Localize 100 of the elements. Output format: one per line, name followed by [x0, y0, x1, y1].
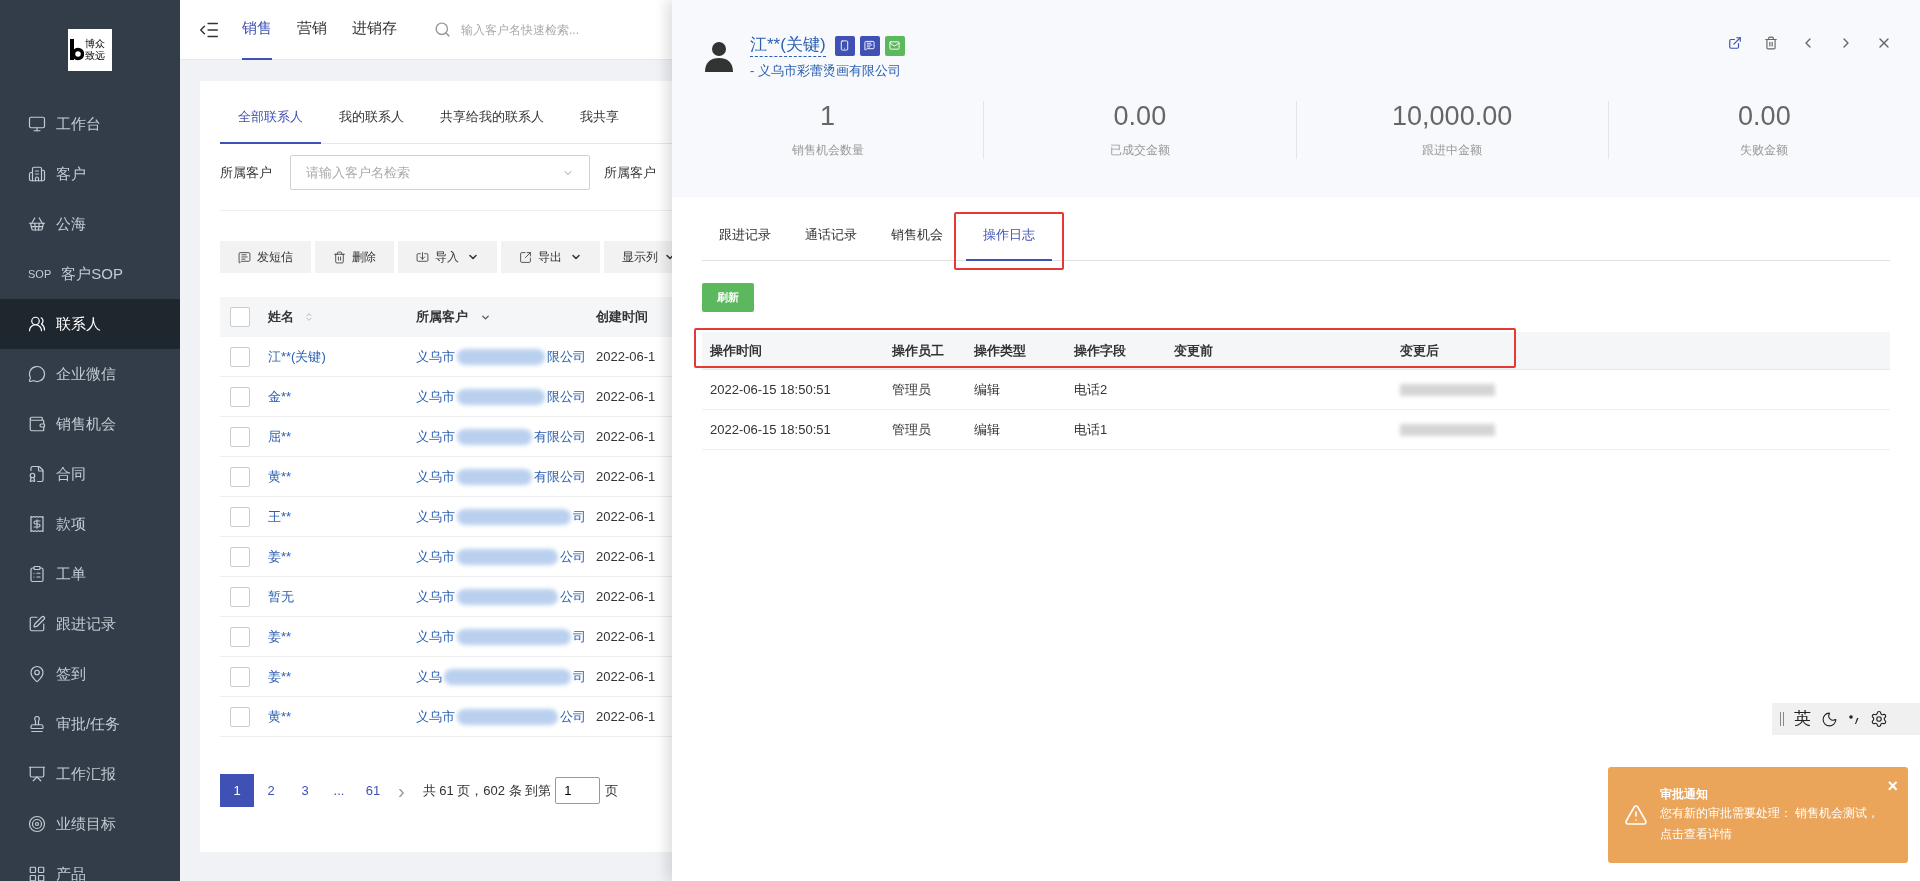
phone-button[interactable] — [834, 35, 855, 56]
customer-link[interactable]: 义乌市 — [416, 346, 455, 367]
input-mode-toggle[interactable]: 英 — [1794, 706, 1811, 732]
page-link[interactable]: 2 — [254, 774, 288, 807]
sidebar-item[interactable]: 产品 — [0, 849, 180, 881]
page-link[interactable]: 1 — [220, 774, 254, 807]
customer-link[interactable]: 司 — [573, 666, 596, 687]
contacts-tab[interactable]: 共享给我的联系人 — [422, 107, 562, 144]
punctuation-icon[interactable] — [1848, 712, 1860, 726]
open-in-new-icon[interactable] — [1728, 36, 1742, 50]
company-link[interactable]: - 义乌市彩蕾烫画有限公司 — [750, 61, 905, 81]
message-icon — [864, 40, 876, 51]
customer-link[interactable]: 义乌市 — [416, 386, 455, 407]
contact-link[interactable]: 黄** — [268, 706, 416, 727]
customer-link[interactable]: 有限公司 — [534, 466, 596, 487]
customer-link[interactable]: 义乌市 — [416, 466, 455, 487]
customer-link[interactable]: 司 — [573, 626, 596, 647]
customer-link[interactable]: 限公司 — [547, 346, 596, 367]
customer-link[interactable]: 义乌市 — [416, 586, 455, 607]
checkbox[interactable] — [230, 666, 250, 687]
checkbox[interactable] — [230, 546, 250, 567]
sidebar-item[interactable]: 工作台 — [0, 99, 180, 149]
column-header[interactable]: 姓名 — [268, 307, 416, 327]
drawer-tab[interactable]: 销售机会 — [874, 225, 960, 261]
moon-icon[interactable] — [1821, 710, 1838, 728]
sidebar-item[interactable]: 跟进记录 — [0, 599, 180, 649]
toolbar-button[interactable]: 删除 — [315, 241, 394, 273]
customer-link[interactable]: 义乌市 — [416, 546, 455, 567]
sidebar-item[interactable]: 公海 — [0, 199, 180, 249]
toolbar-button[interactable]: 发短信 — [220, 241, 311, 273]
sidebar-item[interactable]: 签到 — [0, 649, 180, 699]
checkbox[interactable] — [230, 307, 250, 327]
toolbar-button[interactable]: 显示列 — [604, 241, 672, 273]
pagination-summary: 共 61 页，602 条 到第 — [422, 781, 552, 800]
top-tab[interactable]: 营销 — [297, 0, 327, 60]
contact-link[interactable]: 姜** — [268, 546, 416, 567]
customer-link[interactable]: 义乌 — [416, 666, 442, 687]
checkbox[interactable] — [230, 346, 250, 367]
top-tab[interactable]: 进销存 — [352, 0, 397, 60]
checkbox[interactable] — [230, 426, 250, 447]
contact-link[interactable]: 姜** — [268, 626, 416, 647]
checkbox[interactable] — [230, 626, 250, 647]
contact-link[interactable]: 屈** — [268, 426, 416, 447]
checkbox[interactable] — [230, 386, 250, 407]
toolbar-button[interactable]: 导入 — [398, 241, 497, 273]
checkbox[interactable] — [230, 706, 250, 727]
sidebar-item[interactable]: 业绩目标 — [0, 799, 180, 849]
sidebar-item[interactable]: 工单 — [0, 549, 180, 599]
contact-link[interactable]: 江**(关键) — [268, 346, 416, 367]
customer-link[interactable]: 义乌市 — [416, 506, 455, 527]
sidebar-item[interactable]: 审批/任务 — [0, 699, 180, 749]
message-button[interactable] — [859, 35, 880, 56]
page-input[interactable]: 1 — [555, 777, 601, 804]
contacts-tab[interactable]: 我共享 — [562, 107, 637, 144]
table-cell-text: 管理员 — [892, 380, 932, 399]
contact-link[interactable]: 王** — [268, 506, 416, 527]
contact-link[interactable]: 暂无 — [268, 586, 416, 607]
drawer-tab[interactable]: 操作日志 — [966, 225, 1052, 261]
column-header: 变更前 — [1174, 341, 1214, 360]
sidebar-item[interactable]: SOP 客户SOP — [0, 249, 180, 299]
page-link[interactable]: ... — [322, 774, 356, 807]
checkbox[interactable] — [230, 466, 250, 487]
customer-link[interactable]: 司 — [573, 506, 596, 527]
sidebar-item[interactable]: 销售机会 — [0, 399, 180, 449]
sidebar-item[interactable]: 客户 — [0, 149, 180, 199]
column-header[interactable]: 创建时间 — [596, 307, 648, 327]
search-field[interactable]: 输入客户名快速检索... — [461, 20, 661, 39]
page-link[interactable]: 61 — [356, 774, 390, 807]
sidebar-item[interactable]: 合同 — [0, 449, 180, 499]
trash-icon[interactable] — [1764, 36, 1778, 50]
drawer-tab[interactable]: 通话记录 — [788, 225, 874, 261]
contact-link[interactable]: 金** — [268, 386, 416, 407]
contact-link[interactable]: 黄** — [268, 466, 416, 487]
contacts-tab[interactable]: 全部联系人 — [220, 107, 321, 144]
checkbox[interactable] — [230, 506, 250, 527]
drag-handle-icon[interactable] — [1780, 712, 1784, 726]
customer-link[interactable]: 公司 — [560, 706, 596, 727]
checkbox[interactable] — [230, 586, 250, 607]
sidebar-item[interactable]: 联系人 — [0, 299, 180, 349]
top-tab[interactable]: 销售 — [242, 0, 272, 60]
settings-icon[interactable] — [1870, 710, 1888, 728]
customer-link[interactable]: 公司 — [560, 586, 596, 607]
contact-name[interactable]: 江**(关键) — [750, 34, 826, 57]
customer-link[interactable]: 义乌市 — [416, 426, 455, 447]
customer-link[interactable]: 公司 — [560, 546, 596, 567]
sidebar-item[interactable]: 款项 — [0, 499, 180, 549]
contact-link[interactable]: 姜** — [268, 666, 416, 687]
page-link[interactable]: 3 — [288, 774, 322, 807]
customer-link[interactable]: 有限公司 — [534, 426, 596, 447]
column-header[interactable]: 所属客户 — [416, 307, 596, 327]
filter-label: 所属客户 — [604, 163, 656, 182]
export-icon — [519, 250, 532, 264]
sidebar-item[interactable]: 工作汇报 — [0, 749, 180, 799]
customer-link[interactable]: 义乌市 — [416, 706, 455, 727]
customer-link[interactable]: 限公司 — [547, 386, 596, 407]
contacts-tab[interactable]: 我的联系人 — [321, 107, 422, 144]
toolbar-button[interactable]: 导出 — [501, 241, 600, 273]
customer-link[interactable]: 义乌市 — [416, 626, 455, 647]
sidebar-item[interactable]: 企业微信 — [0, 349, 180, 399]
drawer-tab[interactable]: 跟进记录 — [702, 225, 788, 261]
